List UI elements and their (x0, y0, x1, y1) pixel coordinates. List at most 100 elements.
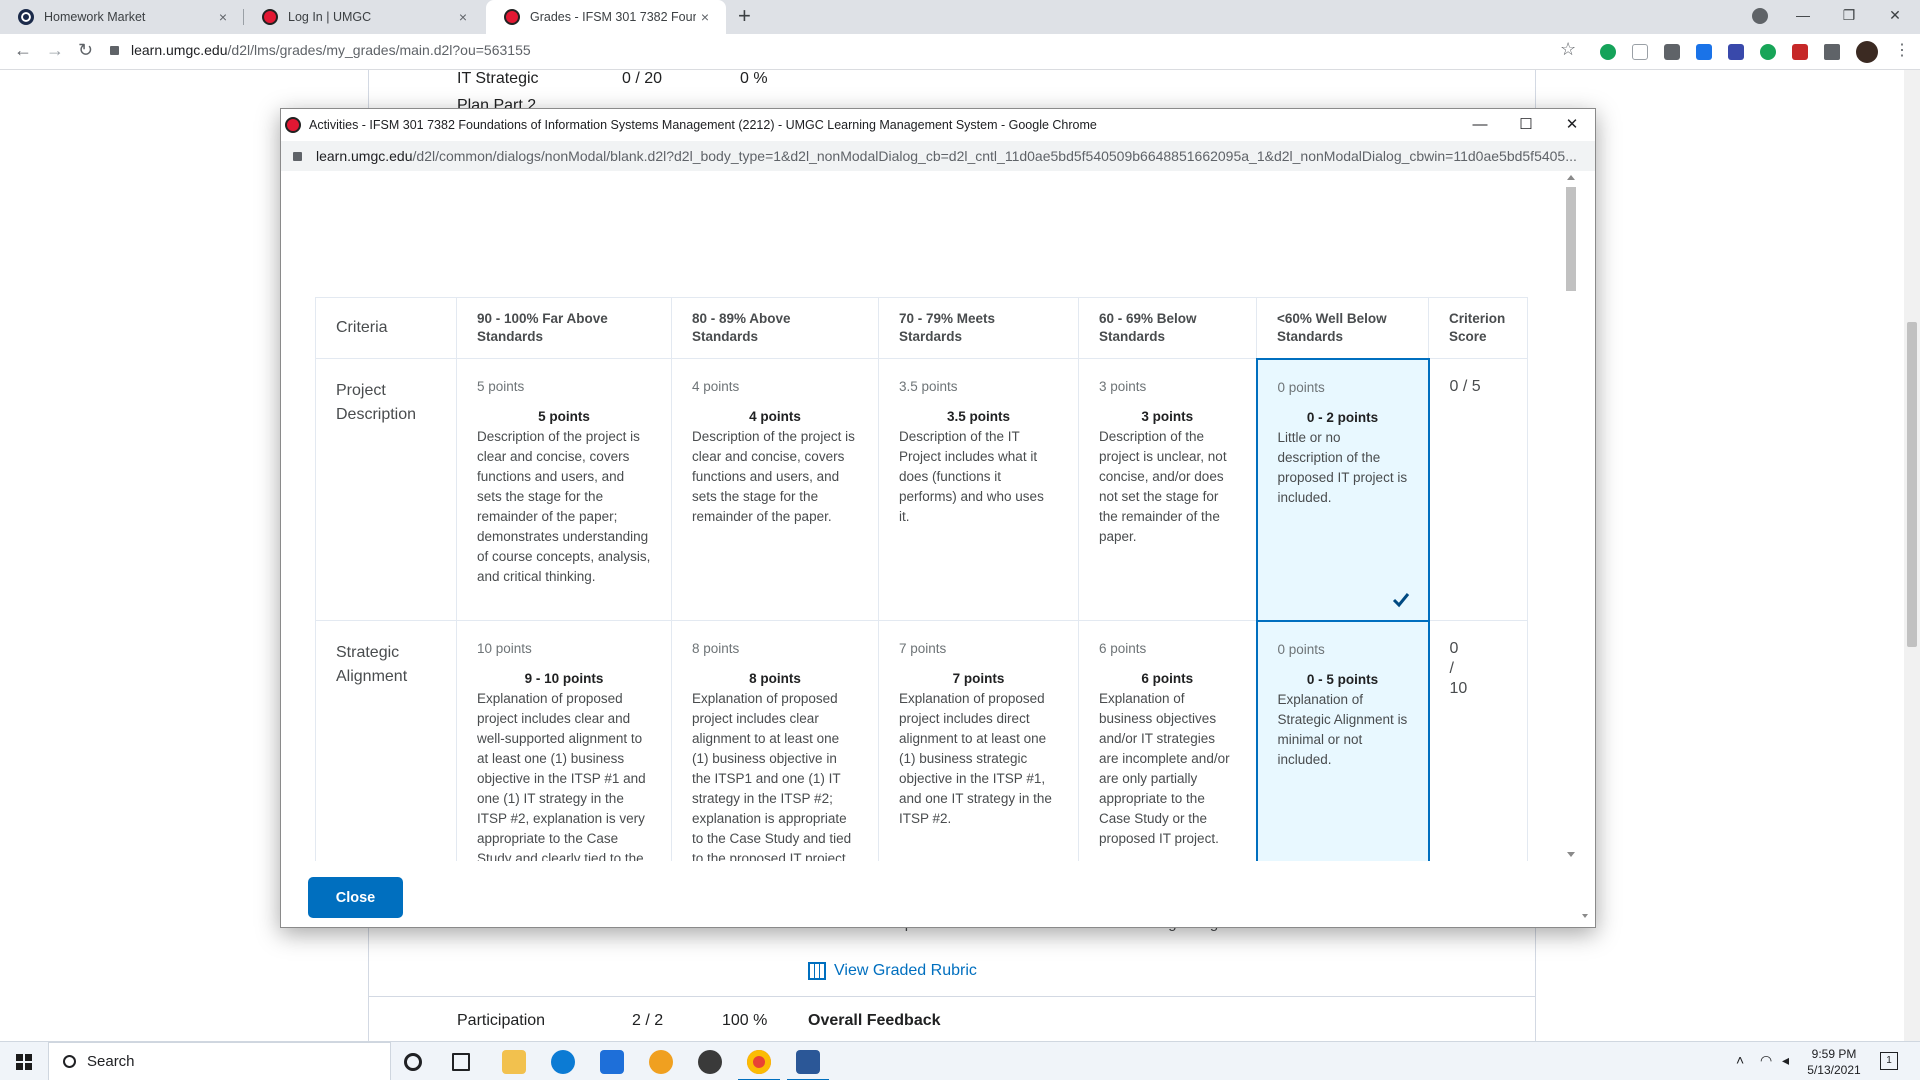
level-points: 6 points (1099, 641, 1147, 656)
lock-icon (293, 151, 302, 161)
homework-market-favicon-icon (18, 9, 34, 25)
app-icon[interactable] (698, 1050, 722, 1074)
grammarly-extension-icon[interactable] (1600, 44, 1616, 60)
extension-icon[interactable] (1760, 44, 1776, 60)
tab-log-in-umgc[interactable]: Log In | UMGC × (244, 0, 484, 34)
level-header: 90 - 100% Far Above Standards (456, 297, 672, 359)
file-explorer-icon[interactable] (502, 1050, 526, 1074)
cortana-icon[interactable] (404, 1053, 422, 1071)
new-tab-button[interactable]: + (738, 3, 751, 29)
criteria-header: Criteria (315, 297, 457, 359)
chrome-menu-circle-icon[interactable] (1752, 8, 1768, 24)
url-domain: learn.umgc.edu (131, 42, 228, 58)
chrome-icon[interactable] (747, 1050, 771, 1074)
level-cell: 3 points 3 points Description of the proje… (1078, 358, 1257, 621)
tab-grades[interactable]: Grades - IFSM 301 7382 Foundati × (486, 0, 726, 34)
criterion-score-header: Criterion Score (1428, 297, 1528, 359)
extension-icon[interactable] (1664, 44, 1680, 60)
level-description: Explanation of Strategic Alignment is mi… (1277, 691, 1408, 767)
extension-icon[interactable] (1792, 44, 1808, 60)
popup-minimize-button[interactable]: — (1457, 109, 1503, 141)
tab-close-icon[interactable]: × (214, 9, 232, 25)
word-icon[interactable] (796, 1050, 820, 1074)
popup-url-domain: learn.umgc.edu (316, 148, 413, 164)
criterion-name: Strategic Alignment (315, 620, 457, 861)
forward-arrow-icon[interactable]: → (46, 40, 64, 61)
window-restore-button[interactable]: ❐ (1826, 0, 1872, 30)
rubric-table: Criteria 90 - 100% Far Above Standards 8… (315, 297, 1528, 861)
checkmark-icon (1392, 592, 1409, 607)
scroll-down-arrow-icon[interactable] (1567, 852, 1575, 857)
level-header: 80 - 89% Above Standards (671, 297, 879, 359)
popup-scrollbar-thumb[interactable] (1566, 187, 1576, 291)
volume-icon[interactable]: ◂ (1782, 1052, 1789, 1068)
tray-chevron-up-icon[interactable]: ˄ (1736, 1052, 1744, 1068)
scroll-up-arrow-icon[interactable] (1567, 175, 1575, 180)
popup-close-x-button[interactable]: ✕ (1549, 109, 1595, 141)
close-button[interactable]: Close (308, 877, 403, 918)
view-graded-rubric-link[interactable]: View Graded Rubric (808, 962, 977, 980)
level-range: 3 points (1141, 409, 1194, 424)
browser-toolbar: ← → ↻ learn.umgc.edu/d2l/lms/grades/my_g… (0, 34, 1920, 70)
reload-icon[interactable]: ↻ (78, 40, 93, 61)
taskbar-clock[interactable]: 9:59 PM 5/13/2021 (1804, 1046, 1864, 1078)
outer-scroll-down-arrow-icon[interactable] (1582, 914, 1588, 918)
popup-maximize-button[interactable]: ☐ (1503, 109, 1549, 141)
popup-address-bar: learn.umgc.edu/d2l/common/dialogs/nonMod… (281, 141, 1595, 171)
criterion-name: Project Description (315, 358, 457, 621)
level-description: Explanation of business objectives and/o… (1099, 691, 1230, 846)
popup-footer: Close (281, 861, 1595, 927)
level-cell-selected: 0 points 0 - 2 points Little or no descrip… (1255, 357, 1430, 622)
notification-center-icon[interactable]: 1 (1880, 1052, 1898, 1070)
mail-icon[interactable] (600, 1050, 624, 1074)
grade-item-name: Participation (457, 1012, 546, 1029)
app-icon[interactable] (649, 1050, 673, 1074)
edge-icon[interactable] (551, 1050, 575, 1074)
profile-avatar[interactable] (1856, 41, 1878, 63)
address-bar[interactable]: learn.umgc.edu/d2l/lms/grades/my_grades/… (110, 42, 531, 58)
level-description: Description of the project is clear and … (477, 429, 651, 584)
extension-icon[interactable] (1728, 44, 1744, 60)
back-arrow-icon[interactable]: ← (14, 40, 32, 61)
bookmark-star-icon[interactable]: ☆ (1560, 39, 1576, 60)
chrome-menu-icon[interactable]: ⋮ (1894, 40, 1910, 60)
clock-time: 9:59 PM (1811, 1047, 1857, 1061)
popup-body: Criteria 90 - 100% Far Above Standards 8… (281, 171, 1595, 861)
rubric-popup-window: Activities - IFSM 301 7382 Foundations o… (280, 108, 1596, 928)
rubric-row-strategic-alignment: Strategic Alignment 10 points 9 - 10 poin… (315, 619, 1528, 861)
extension-icon[interactable] (1632, 44, 1648, 60)
tab-title: Homework Market (44, 10, 146, 24)
windows-start-icon[interactable] (16, 1054, 32, 1070)
level-description: Description of the project is clear and … (692, 429, 855, 524)
browser-tab-strip: Homework Market × Log In | UMGC × Grades… (0, 0, 1920, 34)
taskbar-search-box[interactable]: Search (48, 1042, 391, 1080)
level-points: 3.5 points (899, 379, 958, 394)
window-minimize-button[interactable]: — (1780, 0, 1826, 30)
window-close-button[interactable]: ✕ (1872, 0, 1918, 30)
level-cell: 8 points 8 points Explanation of proposed … (671, 620, 879, 861)
level-points: 0 points (1277, 641, 1325, 657)
level-description: Explanation of proposed project includes… (899, 691, 1052, 826)
umgc-favicon-icon (262, 9, 278, 25)
task-view-icon[interactable] (452, 1053, 470, 1071)
overall-feedback-heading: Overall Feedback (808, 1012, 941, 1029)
level-header: 60 - 69% Below Standards (1078, 297, 1257, 359)
extensions-puzzle-icon[interactable] (1824, 44, 1840, 60)
wifi-icon[interactable]: ◠ (1760, 1052, 1772, 1068)
level-description: Explanation of proposed project includes… (477, 691, 646, 861)
level-points: 8 points (692, 641, 740, 656)
page-scrollbar-thumb[interactable] (1907, 322, 1917, 647)
umgc-favicon-icon (504, 9, 520, 25)
tab-close-icon[interactable]: × (696, 9, 714, 25)
level-cell: 3.5 points 3.5 points Description of the I… (878, 358, 1079, 621)
level-points: 10 points (477, 641, 532, 656)
page-scrollbar[interactable] (1904, 70, 1920, 1041)
extension-icon[interactable] (1696, 44, 1712, 60)
tab-close-icon[interactable]: × (454, 9, 472, 25)
popup-scrollbar[interactable] (1563, 171, 1579, 861)
grade-item-percent: 0 % (740, 70, 768, 87)
tab-homework-market[interactable]: Homework Market × (0, 0, 244, 34)
grade-item-score: 2 / 2 (632, 1012, 664, 1029)
level-range: 6 points (1141, 671, 1194, 686)
level-description: Explanation of proposed project includes… (692, 691, 852, 861)
